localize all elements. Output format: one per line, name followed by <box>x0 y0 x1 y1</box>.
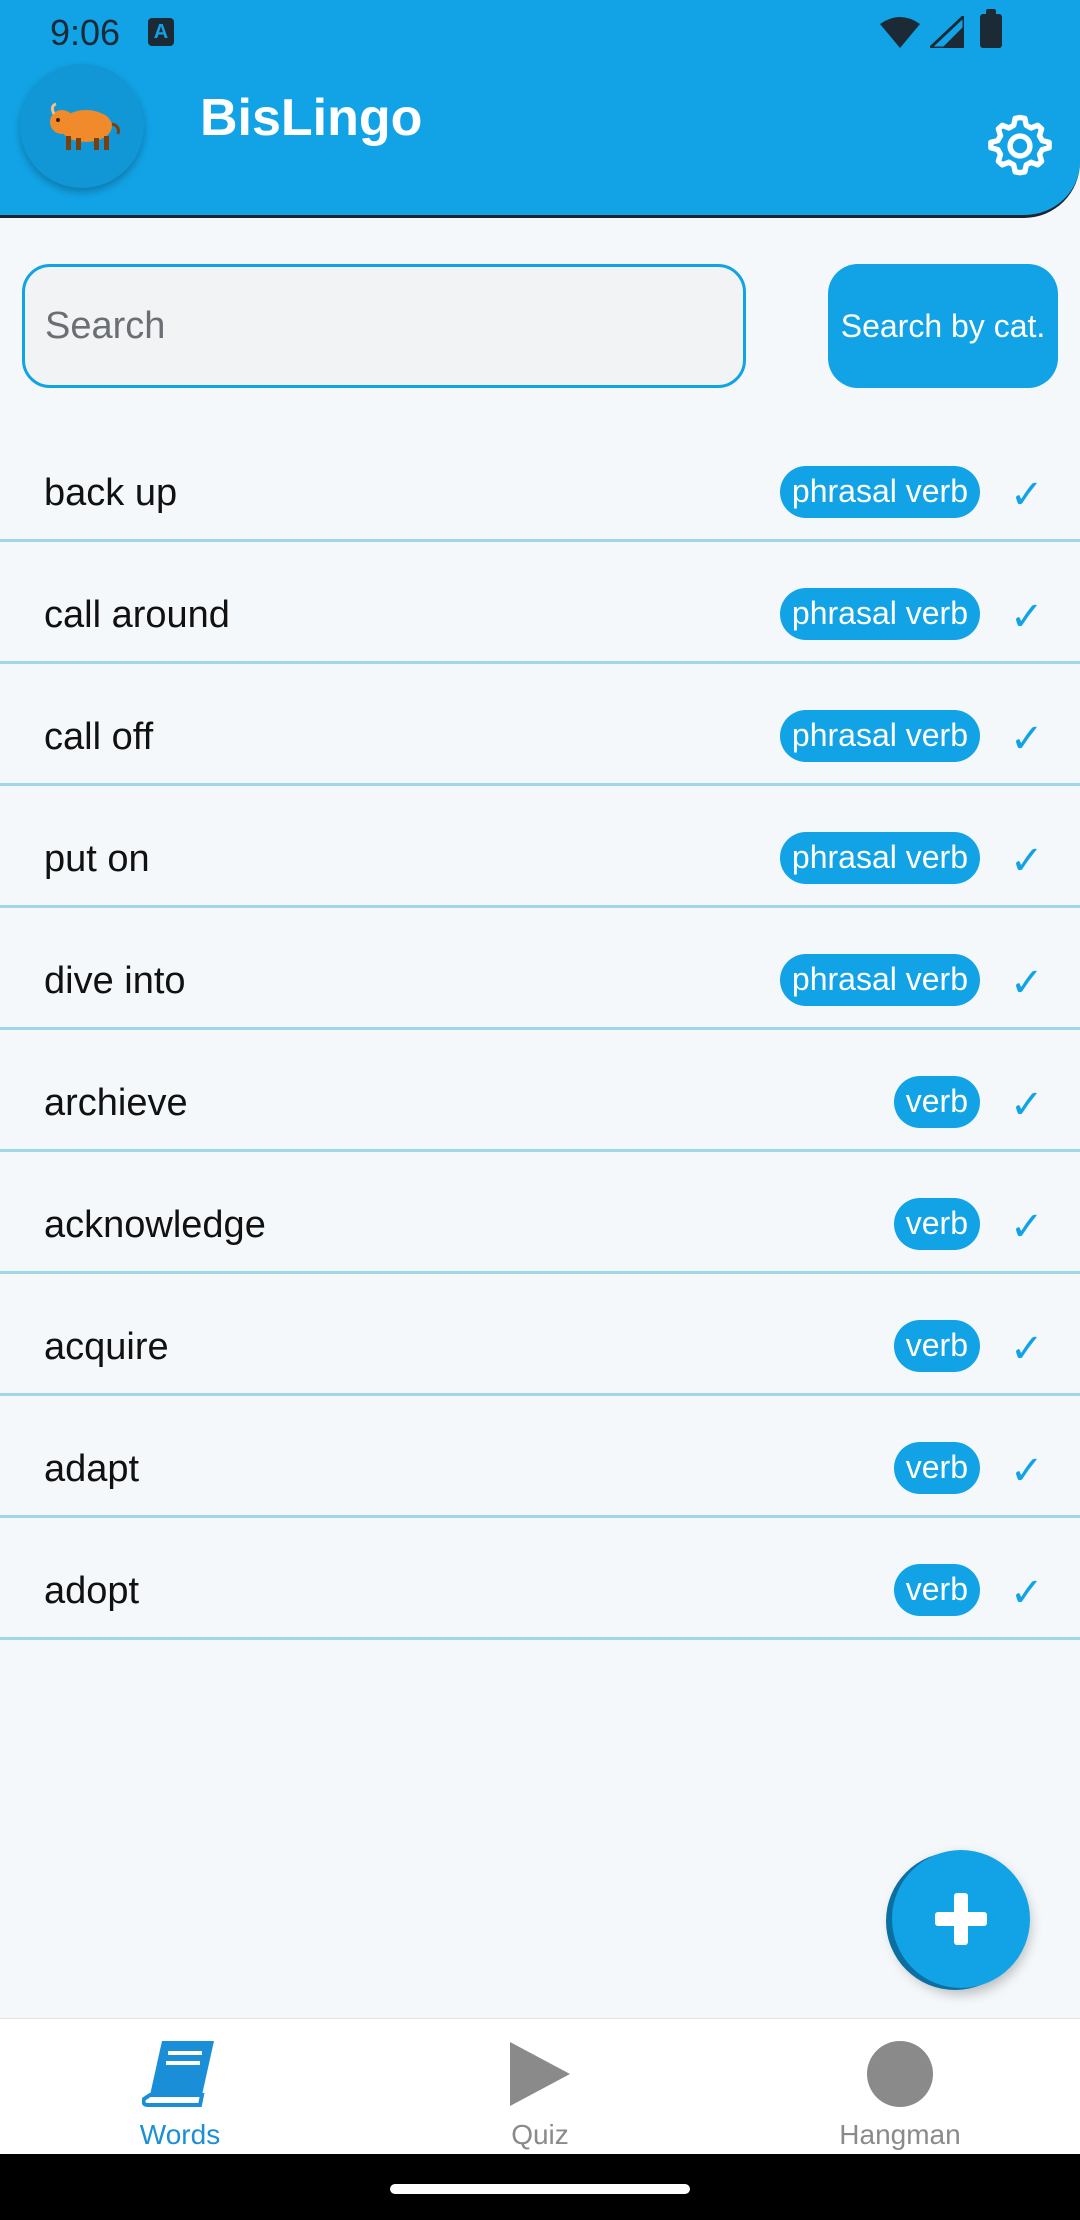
word-text: call around <box>44 594 230 636</box>
check-icon[interactable]: ✓ <box>1010 1448 1044 1494</box>
list-item[interactable]: acquire verb ✓ <box>0 1274 1080 1396</box>
notification-a-icon: A <box>148 18 174 46</box>
list-item[interactable]: archieve verb ✓ <box>0 1030 1080 1152</box>
nav-item-hangman[interactable]: Hangman <box>720 2019 1080 2155</box>
status-bar: 9:06 A <box>0 0 1080 64</box>
list-item[interactable]: put on phrasal verb ✓ <box>0 786 1080 908</box>
app-header: 9:06 A BisLingo <box>0 0 1080 218</box>
list-item[interactable]: call off phrasal verb ✓ <box>0 664 1080 786</box>
category-badge: phrasal verb <box>779 588 980 640</box>
search-input[interactable] <box>22 264 746 388</box>
wifi-icon <box>880 17 920 48</box>
book-icon <box>142 2041 214 2107</box>
add-word-button[interactable] <box>892 1850 1030 1988</box>
category-badge: verb <box>893 1198 980 1250</box>
settings-button[interactable] <box>978 104 1062 188</box>
category-badge: phrasal verb <box>779 710 980 762</box>
status-time: 9:06 <box>50 12 121 53</box>
check-icon[interactable]: ✓ <box>1010 1326 1044 1372</box>
word-text: acknowledge <box>44 1204 266 1246</box>
system-navigation-bar <box>0 2154 1080 2220</box>
nav-label-quiz: Quiz <box>511 2119 569 2150</box>
word-text: acquire <box>44 1326 169 1368</box>
nav-item-words[interactable]: Words <box>0 2019 360 2155</box>
category-badge: phrasal verb <box>779 954 980 1006</box>
list-item[interactable]: adapt verb ✓ <box>0 1396 1080 1518</box>
home-gesture-handle[interactable] <box>390 2184 690 2194</box>
list-item[interactable]: call around phrasal verb ✓ <box>0 542 1080 664</box>
list-item[interactable]: adopt verb ✓ <box>0 1518 1080 1640</box>
check-icon[interactable]: ✓ <box>1010 594 1044 640</box>
check-icon[interactable]: ✓ <box>1010 838 1044 884</box>
list-item[interactable]: dive into phrasal verb ✓ <box>0 908 1080 1030</box>
bison-icon <box>50 102 120 150</box>
circle-icon <box>867 2041 933 2107</box>
category-badge: phrasal verb <box>779 466 980 518</box>
bottom-navigation: Words Quiz Hangman <box>0 2018 1080 2154</box>
category-badge: verb <box>893 1564 980 1616</box>
check-icon[interactable]: ✓ <box>1010 960 1044 1006</box>
word-text: put on <box>44 838 150 880</box>
nav-item-quiz[interactable]: Quiz <box>360 2019 720 2155</box>
word-text: call off <box>44 716 154 758</box>
word-text: back up <box>44 472 178 514</box>
check-icon[interactable]: ✓ <box>1010 1204 1044 1250</box>
play-icon <box>510 2042 570 2106</box>
app-logo-avatar[interactable] <box>20 64 144 188</box>
signal-icon <box>930 16 964 48</box>
word-text: adapt <box>44 1448 140 1490</box>
list-item[interactable]: back up phrasal verb ✓ <box>0 420 1080 542</box>
nav-label-words: Words <box>139 2119 221 2150</box>
check-icon[interactable]: ✓ <box>1010 716 1044 762</box>
app-title: BisLingo <box>200 89 423 147</box>
gear-icon <box>988 114 1052 176</box>
word-text: adopt <box>44 1570 140 1612</box>
check-icon[interactable]: ✓ <box>1010 1082 1044 1128</box>
category-badge: verb <box>893 1076 980 1128</box>
category-badge: verb <box>893 1442 980 1494</box>
plus-icon <box>935 1893 987 1945</box>
check-icon[interactable]: ✓ <box>1010 1570 1044 1616</box>
word-list: back up phrasal verb ✓ call around phras… <box>0 420 1080 1640</box>
category-badge: verb <box>893 1320 980 1372</box>
category-badge: phrasal verb <box>779 832 980 884</box>
nav-label-hangman: Hangman <box>839 2119 961 2150</box>
word-text: dive into <box>44 960 186 1002</box>
search-by-category-button[interactable]: Search by cat. <box>828 264 1058 388</box>
word-text: archieve <box>44 1082 188 1124</box>
battery-icon <box>980 9 1002 48</box>
check-icon[interactable]: ✓ <box>1010 472 1044 518</box>
list-item[interactable]: acknowledge verb ✓ <box>0 1152 1080 1274</box>
